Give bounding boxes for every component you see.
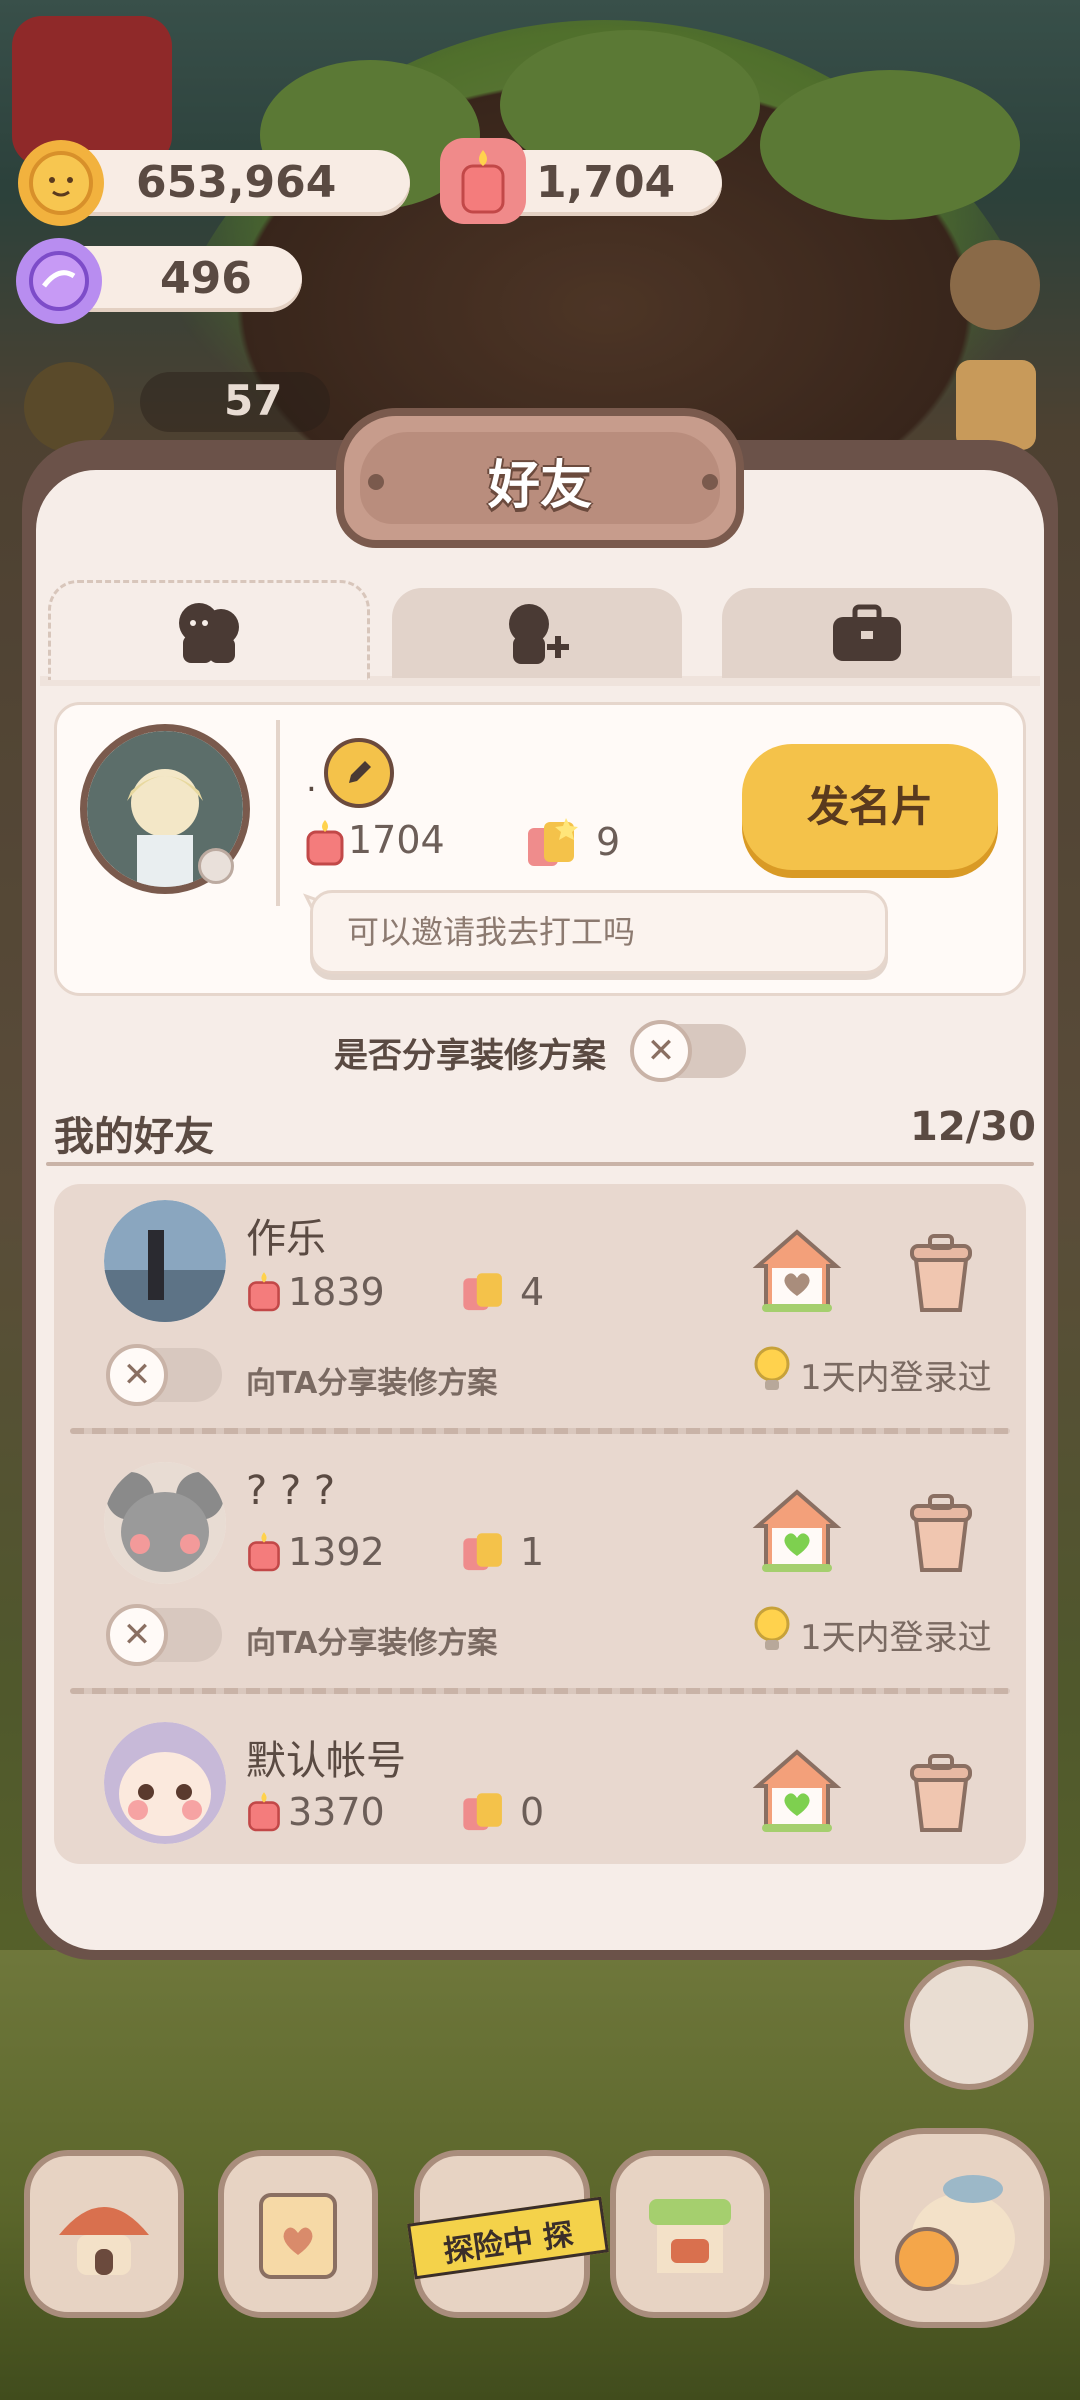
candle-icon (440, 138, 526, 224)
friend-candle-count: 1392 (288, 1530, 385, 1574)
friend-gift-count: 4 (520, 1270, 545, 1314)
add-friend-icon (509, 604, 569, 664)
level-count: 57 (224, 376, 283, 425)
delete-friend-button[interactable] (896, 1746, 986, 1836)
stamp-icon[interactable] (956, 360, 1036, 450)
tab-friends[interactable] (48, 580, 370, 680)
candle-icon (248, 1272, 280, 1312)
gift-card-icon (463, 1793, 502, 1831)
title-rivet (702, 474, 718, 490)
nav-tasks-button[interactable] (218, 2150, 378, 2318)
friend-share-label: 向TA分享装修方案 (246, 1626, 498, 1661)
friend-share-toggle[interactable]: ✕ (106, 1344, 222, 1406)
friends-header-divider (46, 1162, 1034, 1166)
friend-avatar[interactable] (104, 1722, 226, 1844)
friend-name: ? ? ? (246, 1468, 336, 1514)
friends-icon (179, 602, 239, 663)
profile-message-bubble: 可以邀请我去打工吗 (310, 890, 888, 974)
row-divider (70, 1688, 1010, 1694)
lightbulb-icon (754, 1346, 790, 1390)
gift-card-icon (528, 818, 578, 866)
coin-icon (18, 140, 104, 226)
friend-avatar[interactable] (104, 1462, 226, 1584)
friend-candle-count: 1839 (288, 1270, 385, 1314)
friend-gift-count: 1 (520, 1530, 545, 1574)
avatar-edit-icon[interactable] (198, 848, 234, 884)
visit-house-button[interactable] (752, 1226, 842, 1316)
settings-gear-icon[interactable] (950, 240, 1040, 330)
mail-character-button[interactable] (904, 1960, 1034, 2090)
profile-gift-count: 9 (596, 820, 621, 864)
nav-build-button[interactable] (24, 2150, 184, 2318)
share-toggle-label: 是否分享装修方案 (334, 1036, 606, 1076)
tab-add-friend[interactable] (392, 588, 682, 678)
profile-name: . (306, 760, 317, 800)
edit-name-button[interactable] (324, 738, 394, 808)
friend-share-toggle[interactable]: ✕ (106, 1604, 222, 1666)
stall-icon (649, 2199, 731, 2273)
candle-count: 1,704 (536, 157, 676, 208)
panel-title: 好友 (487, 456, 592, 516)
panel-title-plate: 好友 (336, 408, 744, 548)
delete-friend-button[interactable] (896, 1226, 986, 1316)
candy-count: 496 (160, 253, 252, 304)
candle-icon (248, 1792, 280, 1832)
friend-gift-count: 0 (520, 1790, 545, 1834)
visit-house-button[interactable] (752, 1746, 842, 1836)
friend-avatar[interactable] (104, 1200, 226, 1322)
mushroom-house-icon (59, 2207, 149, 2275)
title-rivet (368, 474, 384, 490)
sun-icon (24, 362, 114, 452)
friends-section-title: 我的好友 (54, 1114, 214, 1160)
briefcase-icon (833, 604, 901, 661)
friend-last-login: 1天内登录过 (800, 1358, 992, 1398)
pencil-icon (349, 761, 371, 783)
visit-house-button[interactable] (752, 1486, 842, 1576)
candy-icon (16, 238, 102, 324)
row-divider (70, 1428, 1010, 1434)
lightbulb-icon (754, 1606, 790, 1650)
toggle-off-x-icon: ✕ (630, 1020, 692, 1082)
profile-candle-count: 1704 (348, 818, 445, 862)
friend-last-login: 1天内登录过 (800, 1618, 992, 1658)
send-card-button[interactable]: 发名片 (742, 744, 998, 870)
nav-character-button[interactable] (854, 2128, 1050, 2328)
gift-card-icon (463, 1533, 502, 1571)
friend-share-label: 向TA分享装修方案 (246, 1366, 498, 1401)
candle-icon (248, 1532, 280, 1572)
friend-name: 默认帐号 (246, 1738, 406, 1784)
nav-adventure-button[interactable]: 探险中 探 (407, 2150, 609, 2318)
gift-card-icon (463, 1273, 502, 1311)
friends-count: 12/30 (910, 1104, 1036, 1150)
friend-candle-count: 3370 (288, 1790, 385, 1834)
friend-name: 作乐 (246, 1216, 326, 1262)
character-clock-icon (895, 2175, 1015, 2291)
share-design-toggle[interactable]: ✕ (630, 1020, 746, 1082)
notebook-icon (259, 2193, 337, 2279)
coin-count: 653,964 (136, 157, 337, 208)
card-divider (276, 720, 280, 906)
toggle-off-x-icon: ✕ (106, 1344, 168, 1406)
candle-icon (306, 820, 344, 866)
delete-friend-button[interactable] (896, 1486, 986, 1576)
nav-shop-button[interactable] (610, 2150, 770, 2318)
level-badge: 57 (140, 372, 330, 432)
tab-briefcase[interactable] (722, 588, 1012, 678)
toggle-off-x-icon: ✕ (106, 1604, 168, 1666)
